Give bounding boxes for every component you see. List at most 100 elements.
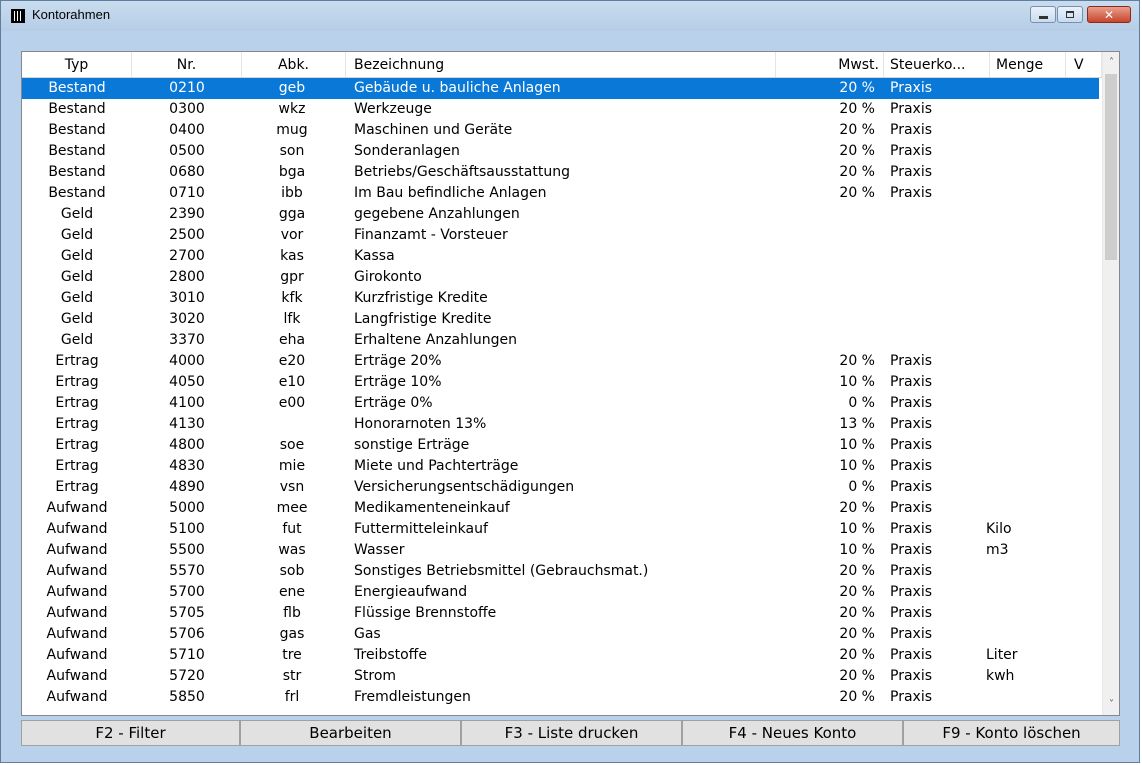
- cell-menge: [986, 624, 1066, 645]
- new-account-button[interactable]: F4 - Neues Konto: [682, 720, 903, 746]
- table-row[interactable]: Ertrag 4050 e10 Erträge 10% 10 % Praxis: [22, 372, 1099, 393]
- scrollbar-thumb[interactable]: [1105, 74, 1117, 260]
- cell-mwst: 20 %: [839, 500, 875, 516]
- edit-button[interactable]: Bearbeiten: [240, 720, 461, 746]
- cell-abk: eha: [278, 332, 306, 348]
- cell-steuerkonto: Praxis: [890, 185, 932, 201]
- cell-mwst: 20 %: [839, 185, 875, 201]
- table-row[interactable]: Geld 2390 gga gegebene Anzahlungen: [22, 204, 1099, 225]
- column-header-menge[interactable]: Menge: [990, 52, 1066, 77]
- cell-bezeichnung: Im Bau befindliche Anlagen: [354, 185, 547, 201]
- table-row[interactable]: Ertrag 4100 e00 Erträge 0% 0 % Praxis: [22, 393, 1099, 414]
- cell-mwst: [777, 309, 875, 330]
- cell-mwst: 20 %: [839, 80, 875, 96]
- table-row[interactable]: Ertrag 4800 soe sonstige Erträge 10 % Praxis: [22, 435, 1099, 456]
- table-row[interactable]: Aufwand 5100 fut Futtermitteleinkauf 10 % Pra…: [22, 519, 1099, 540]
- cell-bezeichnung: Fremdleistungen: [354, 689, 471, 705]
- cell-bezeichnung: Betriebs/Geschäftsausstattung: [354, 164, 570, 180]
- cell-mwst: 20 %: [839, 353, 875, 369]
- column-header-bezeichnung[interactable]: Bezeichnung: [346, 52, 776, 77]
- table-row[interactable]: Geld 2800 gpr Girokonto: [22, 267, 1099, 288]
- minimize-button[interactable]: [1030, 6, 1056, 23]
- cell-menge: [986, 435, 1066, 456]
- cell-nr: 5700: [169, 584, 205, 600]
- column-header-v[interactable]: V: [1066, 52, 1102, 77]
- minimize-icon: [1039, 16, 1048, 19]
- cell-typ: Ertrag: [55, 395, 99, 411]
- column-header-nr[interactable]: Nr.: [132, 52, 242, 77]
- table-row[interactable]: Geld 3020 lfk Langfristige Kredite: [22, 309, 1099, 330]
- cell-mwst: 0 %: [848, 479, 875, 495]
- cell-bezeichnung: Finanzamt - Vorsteuer: [354, 227, 508, 243]
- chevron-up-icon[interactable]: ˄: [1103, 54, 1119, 71]
- title-bar[interactable]: Kontorahmen ✕: [1, 1, 1139, 31]
- accounts-list[interactable]: Typ Nr. Abk. Bezeichnung Mwst. Steuerko.…: [21, 51, 1120, 716]
- column-header-typ[interactable]: Typ: [22, 52, 132, 77]
- chevron-down-icon[interactable]: ˅: [1103, 696, 1119, 713]
- cell-steuerkonto: [890, 267, 990, 288]
- close-button[interactable]: ✕: [1087, 6, 1131, 23]
- cell-typ: Geld: [60, 227, 94, 243]
- cell-mwst: 20 %: [839, 122, 875, 138]
- delete-account-button[interactable]: F9 - Konto löschen: [903, 720, 1120, 746]
- table-row[interactable]: Aufwand 5700 ene Energieaufwand 20 % Praxis: [22, 582, 1099, 603]
- cell-nr: 2800: [169, 269, 205, 285]
- cell-bezeichnung: Energieaufwand: [354, 584, 468, 600]
- cell-menge: [986, 204, 1066, 225]
- cell-bezeichnung: Treibstoffe: [354, 647, 427, 663]
- ledger-icon: [11, 9, 25, 23]
- table-row[interactable]: Bestand 0400 mug Maschinen und Geräte 20 % Pr…: [22, 120, 1099, 141]
- table-row[interactable]: Aufwand 5720 str Strom 20 % Praxis kwh: [22, 666, 1099, 687]
- cell-abk: mee: [276, 500, 308, 516]
- column-header-steuerkonto[interactable]: Steuerko...: [884, 52, 990, 77]
- cell-menge: [986, 456, 1066, 477]
- cell-nr: 5705: [169, 605, 205, 621]
- table-row[interactable]: Bestand 0710 ibb Im Bau befindliche Anlagen…: [22, 183, 1099, 204]
- cell-mwst: [777, 225, 875, 246]
- maximize-button[interactable]: [1057, 6, 1083, 23]
- table-row[interactable]: Ertrag 4130 Honorarnoten 13% 13 % Praxis: [22, 414, 1099, 435]
- cell-steuerkonto: Praxis: [890, 122, 932, 138]
- column-header-mwst[interactable]: Mwst.: [776, 52, 884, 77]
- table-row[interactable]: Geld 2700 kas Kassa: [22, 246, 1099, 267]
- table-row[interactable]: Aufwand 5500 was Wasser 10 % Praxis m3: [22, 540, 1099, 561]
- table-row[interactable]: Geld 3370 eha Erhaltene Anzahlungen: [22, 330, 1099, 351]
- cell-bezeichnung: Versicherungsentschädigungen: [354, 479, 575, 495]
- table-row[interactable]: Aufwand 5850 frl Fremdleistungen 20 % Praxis: [22, 687, 1099, 708]
- cell-mwst: 20 %: [839, 164, 875, 180]
- cell-bezeichnung: Strom: [354, 668, 397, 684]
- cell-typ: Bestand: [48, 164, 106, 180]
- cell-typ: Ertrag: [55, 353, 99, 369]
- cell-bezeichnung: Erträge 0%: [354, 395, 433, 411]
- cell-abk: ibb: [281, 185, 303, 201]
- cell-bezeichnung: Wasser: [354, 542, 405, 558]
- table-row[interactable]: Aufwand 5570 sob Sonstiges Betriebsmittel (…: [22, 561, 1099, 582]
- column-header-abk[interactable]: Abk.: [242, 52, 346, 77]
- cell-typ: Aufwand: [46, 563, 108, 579]
- table-row[interactable]: Ertrag 4890 vsn Versicherungsentschädigunge…: [22, 477, 1099, 498]
- cell-nr: 3010: [169, 290, 205, 306]
- table-row[interactable]: Aufwand 5705 flb Flüssige Brennstoffe 20 % Pr…: [22, 603, 1099, 624]
- cell-abk: e20: [278, 353, 306, 369]
- table-row[interactable]: Geld 3010 kfk Kurzfristige Kredite: [22, 288, 1099, 309]
- cell-mwst: 20 %: [839, 584, 875, 600]
- table-row[interactable]: Ertrag 4000 e20 Erträge 20% 20 % Praxis: [22, 351, 1099, 372]
- table-row[interactable]: Bestand 0300 wkz Werkzeuge 20 % Praxis: [22, 99, 1099, 120]
- table-row[interactable]: Aufwand 5710 tre Treibstoffe 20 % Praxis Liter: [22, 645, 1099, 666]
- list-rows: Bestand 0210 geb Gebäude u. bauliche Anlage…: [22, 78, 1099, 708]
- filter-button[interactable]: F2 - Filter: [21, 720, 240, 746]
- table-row[interactable]: Ertrag 4830 mie Miete und Pachterträge 10 % P…: [22, 456, 1099, 477]
- table-row[interactable]: Bestand 0500 son Sonderanlagen 20 % Praxis: [22, 141, 1099, 162]
- print-list-button[interactable]: F3 - Liste drucken: [461, 720, 682, 746]
- cell-typ: Aufwand: [46, 584, 108, 600]
- vertical-scrollbar[interactable]: ˄ ˅: [1102, 52, 1119, 715]
- cell-menge: [986, 183, 1066, 204]
- table-row[interactable]: Bestand 0680 bga Betriebs/Geschäftsausstatt…: [22, 162, 1099, 183]
- table-row[interactable]: Bestand 0210 geb Gebäude u. bauliche Anlage…: [22, 78, 1099, 99]
- cell-bezeichnung: Maschinen und Geräte: [354, 122, 513, 138]
- table-row[interactable]: Aufwand 5000 mee Medikamenteneinkauf 20 % Pra…: [22, 498, 1099, 519]
- cell-typ: Bestand: [48, 101, 106, 117]
- table-row[interactable]: Aufwand 5706 gas Gas 20 % Praxis: [22, 624, 1099, 645]
- cell-bezeichnung: Girokonto: [354, 269, 422, 285]
- table-row[interactable]: Geld 2500 vor Finanzamt - Vorsteuer: [22, 225, 1099, 246]
